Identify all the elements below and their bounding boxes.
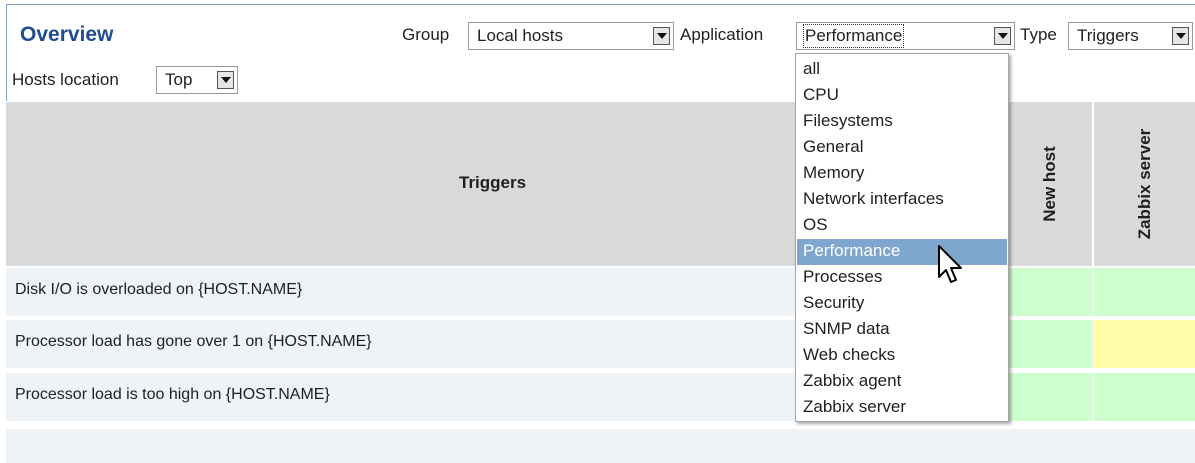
type-select-value: Triggers [1077,26,1139,45]
table-row: Processor load is too high on {HOST.NAME… [6,373,1195,421]
table-row: Processor load has gone over 1 on {HOST.… [6,320,1195,368]
status-cell[interactable] [1005,373,1092,421]
group-select-value: Local hosts [477,26,563,45]
status-cell[interactable] [1005,320,1092,368]
application-dropdown-list[interactable]: all CPU Filesystems General Memory Netwo… [795,53,1009,422]
application-select[interactable]: Performance [796,22,1015,50]
host-column-header[interactable]: Zabbix server [1092,102,1195,266]
table-header: Triggers New host Zabbix server [6,102,1195,266]
dropdown-option[interactable]: Zabbix agent [797,369,1007,395]
trigger-name[interactable]: Processor load is too high on {HOST.NAME… [15,386,330,404]
hosts-location-select-value: Top [165,70,193,89]
filter-header: Overview Group Local hosts Application P… [6,4,1195,101]
status-cell[interactable] [1005,268,1092,316]
group-select[interactable]: Local hosts [468,22,674,50]
type-label: Type [1020,25,1057,44]
chevron-down-icon[interactable] [994,27,1011,45]
dropdown-option[interactable]: Web checks [797,343,1007,369]
dropdown-option[interactable]: all [797,57,1007,83]
mouse-pointer-icon [938,245,962,283]
chevron-down-icon[interactable] [217,71,234,89]
dropdown-option[interactable]: OS [797,213,1007,239]
dropdown-option[interactable]: Processes [797,265,1007,291]
application-select-value: Performance [802,24,905,48]
type-select[interactable]: Triggers [1068,22,1193,50]
triggers-header-label: Triggers [459,173,527,192]
status-cell[interactable] [1094,373,1195,421]
host-column-label: New host [1039,146,1059,222]
dropdown-option[interactable]: Performance [797,239,1007,265]
dropdown-option[interactable]: Memory [797,161,1007,187]
application-label: Application [680,25,764,44]
dropdown-option[interactable]: Network interfaces [797,187,1007,213]
hosts-location-label: Hosts location [12,70,119,89]
group-label: Group [402,25,450,44]
status-cell[interactable] [1094,268,1195,316]
table-footer-row [6,429,1195,463]
chevron-down-icon[interactable] [653,27,670,45]
hosts-location-select[interactable]: Top [156,66,238,94]
dropdown-option[interactable]: Zabbix server [797,395,1007,421]
dropdown-option[interactable]: General [797,135,1007,161]
table-row: Disk I/O is overloaded on {HOST.NAME} [6,268,1195,316]
trigger-name[interactable]: Disk I/O is overloaded on {HOST.NAME} [15,281,302,299]
dropdown-option[interactable]: CPU [797,83,1007,109]
host-column-header[interactable]: New host [1003,102,1094,266]
dropdown-option[interactable]: SNMP data [797,317,1007,343]
trigger-name[interactable]: Processor load has gone over 1 on {HOST.… [15,333,372,351]
status-cell[interactable] [1094,320,1195,368]
host-column-label: Zabbix server [1134,128,1154,240]
dropdown-option[interactable]: Security [797,291,1007,317]
chevron-down-icon[interactable] [1172,27,1189,45]
overview-table: Triggers New host Zabbix server Disk I/O… [6,102,1195,463]
page-title: Overview [20,23,114,46]
dropdown-option[interactable]: Filesystems [797,109,1007,135]
